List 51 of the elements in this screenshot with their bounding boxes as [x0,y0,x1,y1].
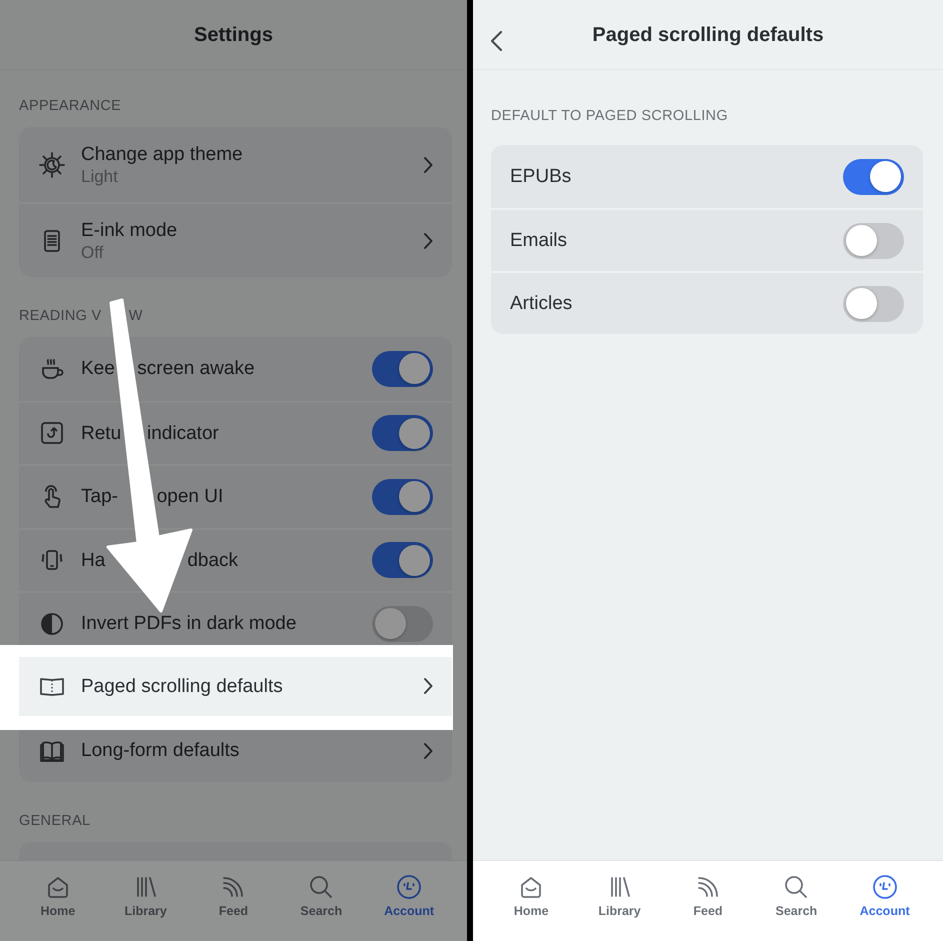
row-label: Change app theme [81,142,243,166]
tab-button[interactable]: Library [114,873,178,941]
section-heading: W [128,307,143,325]
chevron-icon [423,232,433,250]
chevron-icon [423,156,433,174]
account-icon [395,873,424,901]
row-label: E-ink mode [81,218,178,242]
tab-button[interactable]: Home [499,873,564,941]
row-label: screen awake [137,357,255,380]
row-label: Long-form defaults [81,739,240,762]
toggle-switch[interactable] [372,350,433,387]
tab-button[interactable]: Feed [201,873,266,941]
row-label: Articles [510,292,572,315]
tab-button[interactable]: Feed [676,873,740,941]
back-icon[interactable] [489,30,505,52]
section-heading: GENERAL [19,812,90,830]
row-label: Tap- [81,485,118,508]
section-heading: APPEARANCE [19,97,122,115]
tab-button[interactable]: Library [588,873,652,941]
tab-button[interactable]: Home [26,873,90,941]
chevron-icon [423,742,433,760]
row-label: dback [187,548,238,572]
row-label: Ha [81,548,106,572]
row-label: Invert PDFs in dark mode [81,612,296,636]
toggle-switch[interactable] [843,222,904,258]
row-value: Off [81,242,104,262]
section-heading: DEFAULT TO PAGED SCROLLING [491,107,728,125]
row-value: Light [81,166,118,186]
toggle-switch[interactable] [372,542,433,578]
chevron-icon [423,677,433,696]
toggle-switch[interactable] [372,415,433,452]
theme-icon [38,150,66,178]
section-heading: READING V [19,307,102,325]
screen-title: Paged scrolling defaults [592,22,824,48]
tab-button[interactable]: Account [852,873,917,941]
tab-button[interactable]: Account [377,873,442,941]
tab-button[interactable]: Search [764,873,828,941]
toggle-switch[interactable] [372,606,433,642]
row-label: Emails [510,229,568,252]
row-label: indicator [147,422,219,445]
row-label: Kee [81,357,115,380]
row-label: Paged scrolling defaults [81,674,283,698]
toggle-switch[interactable] [372,478,433,515]
account-icon [870,873,899,901]
row-label: Retu [81,422,122,445]
tab-button[interactable]: Search [289,873,354,941]
row-label: EPUBs [510,165,572,188]
toggle-switch[interactable] [843,158,904,194]
row-label: open UI [156,485,224,508]
toggle-switch[interactable] [843,286,904,322]
screen-title: Settings [194,22,273,48]
